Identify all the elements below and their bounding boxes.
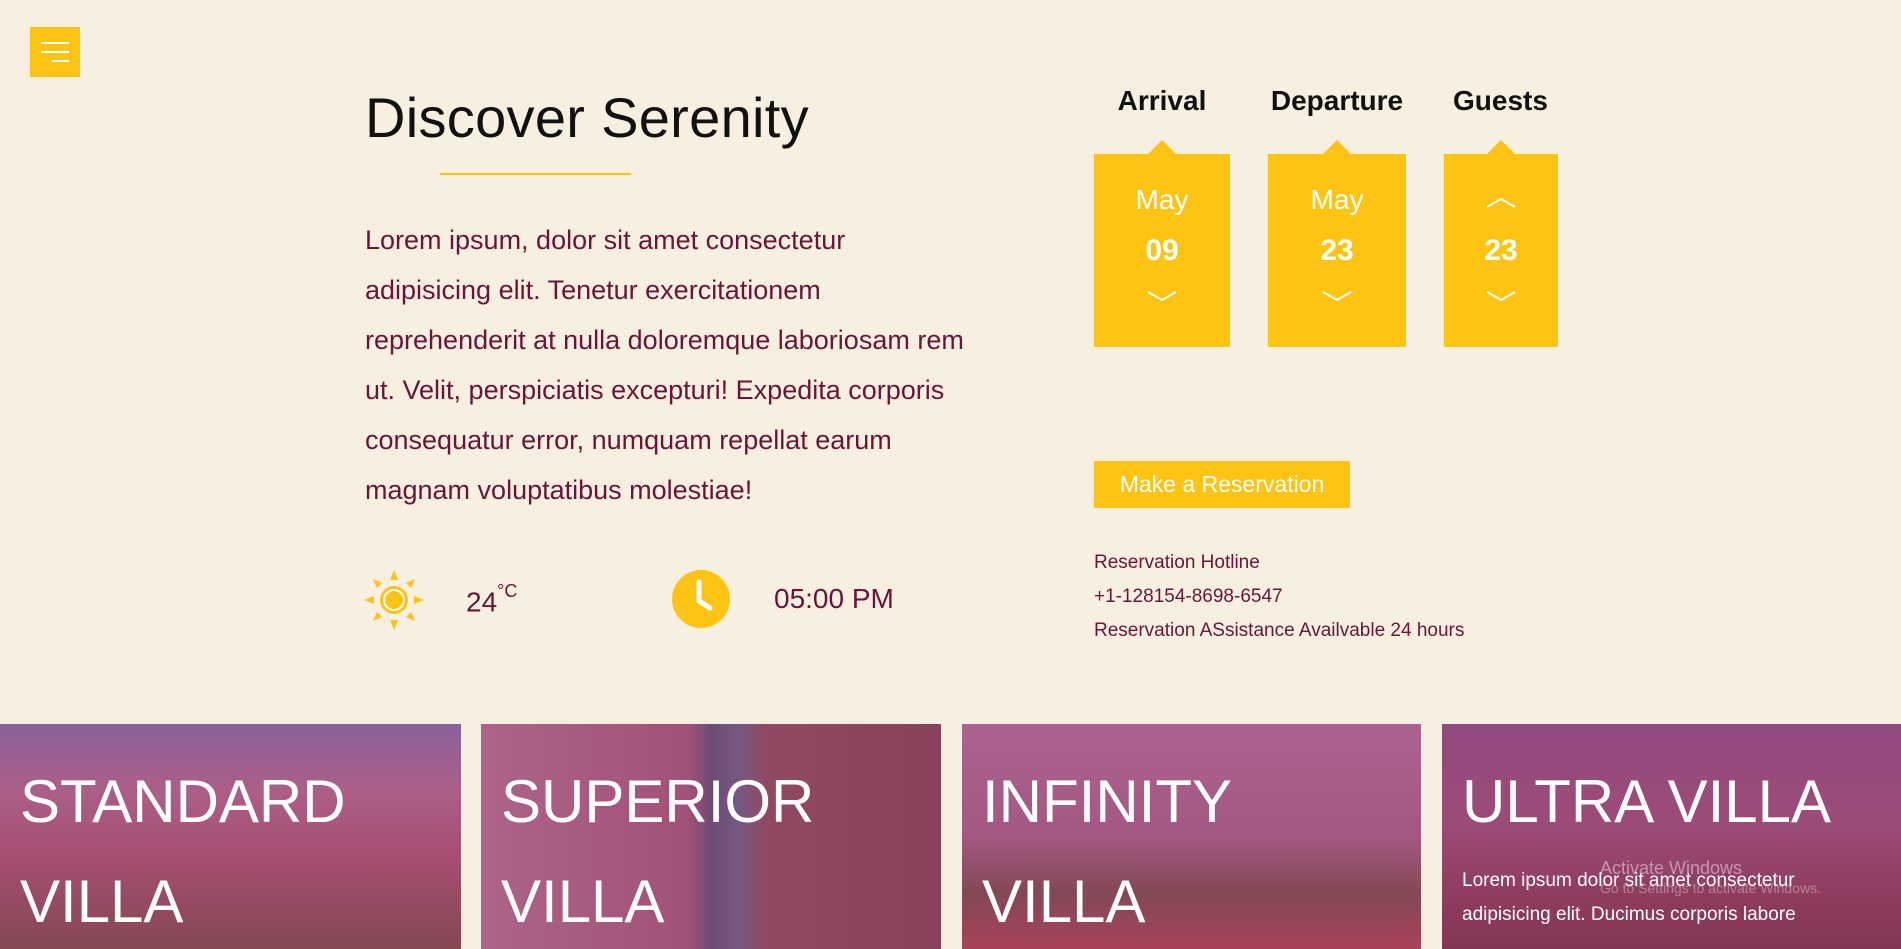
title-underline	[440, 173, 631, 175]
temperature-value: 24	[466, 586, 498, 618]
departure-date-picker[interactable]: May 23	[1268, 140, 1406, 347]
villa-card-infinity[interactable]: INFINITY VILLA	[962, 724, 1421, 949]
villa-card-superior[interactable]: SUPERIOR VILLA	[481, 724, 941, 949]
guests-count: 23	[1484, 234, 1518, 267]
hero-description: Lorem ipsum, dolor sit amet consectetur …	[365, 225, 964, 505]
activate-windows-watermark: Activate Windows	[1600, 858, 1743, 878]
guests-picker[interactable]: 23	[1444, 140, 1558, 347]
chevron-down-icon[interactable]	[1321, 289, 1353, 303]
villa-name: INFINITY VILLA	[982, 768, 1231, 935]
hotline-phone: +1-128154-8698-6547	[1094, 586, 1283, 607]
chevron-down-icon[interactable]	[1146, 289, 1178, 303]
sun-icon	[364, 570, 424, 630]
villa-card-ultra[interactable]: ULTRA VILLA Lorem ipsum dolor sit amet c…	[1442, 724, 1901, 949]
hamburger-menu-icon[interactable]	[30, 27, 80, 77]
villa-name: STANDARD VILLA	[20, 768, 346, 935]
current-time: 05:00 PM	[774, 583, 894, 614]
arrival-label: Arrival	[1117, 85, 1207, 116]
departure-day: 23	[1320, 234, 1354, 267]
make-reservation-button[interactable]: Make a Reservation	[1094, 461, 1350, 508]
page-title: Discover Serenity	[365, 86, 809, 149]
guests-label: Guests	[1453, 85, 1548, 116]
temperature: 24°C	[466, 581, 517, 618]
villa-name: ULTRA VILLA	[1462, 768, 1832, 835]
hotline-label: Reservation Hotline	[1094, 552, 1260, 573]
arrival-day: 09	[1145, 234, 1179, 267]
chevron-up-icon[interactable]	[1485, 196, 1517, 210]
villa-name: SUPERIOR VILLA	[501, 768, 815, 935]
departure-label: Departure	[1270, 85, 1404, 116]
chevron-down-icon[interactable]	[1485, 289, 1517, 303]
page: Discover Serenity Lorem ipsum, dolor sit…	[0, 0, 1901, 949]
departure-month: May	[1310, 184, 1364, 215]
temperature-unit: °C	[497, 581, 518, 601]
arrival-date-picker[interactable]: May 09	[1094, 140, 1230, 347]
reservation-assistance: Reservation ASsistance Availvable 24 hou…	[1094, 620, 1465, 641]
activate-windows-subtext: Go to Settings to activate Windows.	[1600, 880, 1821, 896]
villa-card-standard[interactable]: STANDARD VILLA	[0, 724, 461, 949]
arrival-month: May	[1135, 184, 1189, 215]
clock-icon	[672, 570, 730, 628]
